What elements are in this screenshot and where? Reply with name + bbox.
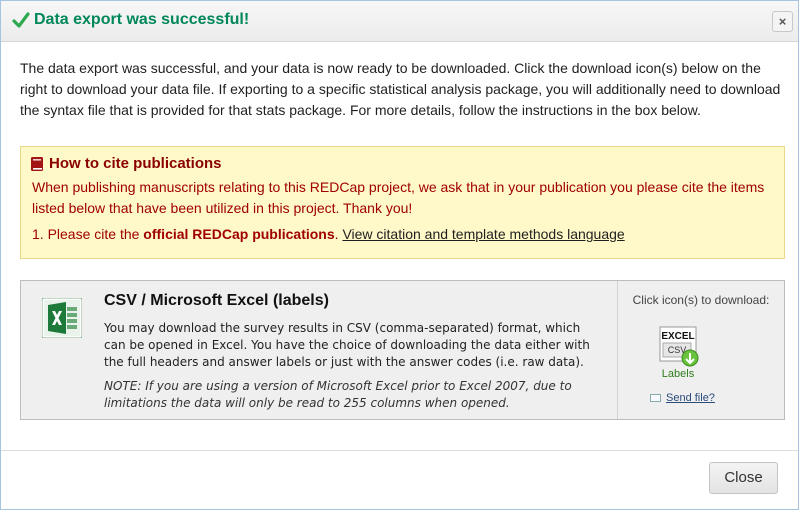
export-note: NOTE: If you are using a version of Micr… [104,379,572,410]
export-description: You may download the survey results in C… [104,321,590,369]
csv-download-icon[interactable]: EXCEL CSV Labels [658,325,702,383]
download-panel: Click icon(s) to download: EXCEL CSV Lab… [617,281,785,419]
csv-icon-excel-text: EXCEL [661,331,694,342]
check-icon [12,12,30,28]
intro-text: The data export was successful, and your… [20,60,781,118]
cite-item-period: . [334,226,339,242]
export-option-box: CSV / Microsoft Excel (labels) You may d… [20,280,785,420]
excel-icon [42,298,82,338]
mail-icon [650,394,661,403]
dialog-titlebar: Data export was successful! × [1,1,798,42]
close-button[interactable]: Close [709,462,778,494]
cite-box: How to cite publications When publishing… [20,146,785,259]
cite-body: When publishing manuscripts relating to … [32,179,765,216]
cite-item-prefix: 1. Please cite the [32,226,140,242]
export-dialog: Data export was successful! × The data e… [0,0,799,510]
book-icon [31,157,43,171]
csv-icon-labels-text: Labels [662,368,695,380]
cite-item-bold: official REDCap publications [143,226,335,242]
dialog-title: Data export was successful! [34,11,250,28]
cite-item: 1. Please cite the official REDCap publi… [32,226,625,242]
export-title: CSV / Microsoft Excel (labels) [104,292,329,309]
close-icon[interactable]: × [772,11,793,32]
footer-divider [1,450,798,451]
cite-title: How to cite publications [49,155,222,172]
citation-link[interactable]: View citation and template methods langu… [342,226,624,242]
send-file-link[interactable]: Send file? [666,392,715,404]
download-label: Click icon(s) to download: [632,293,770,307]
send-file-row: Send file? [650,392,715,404]
